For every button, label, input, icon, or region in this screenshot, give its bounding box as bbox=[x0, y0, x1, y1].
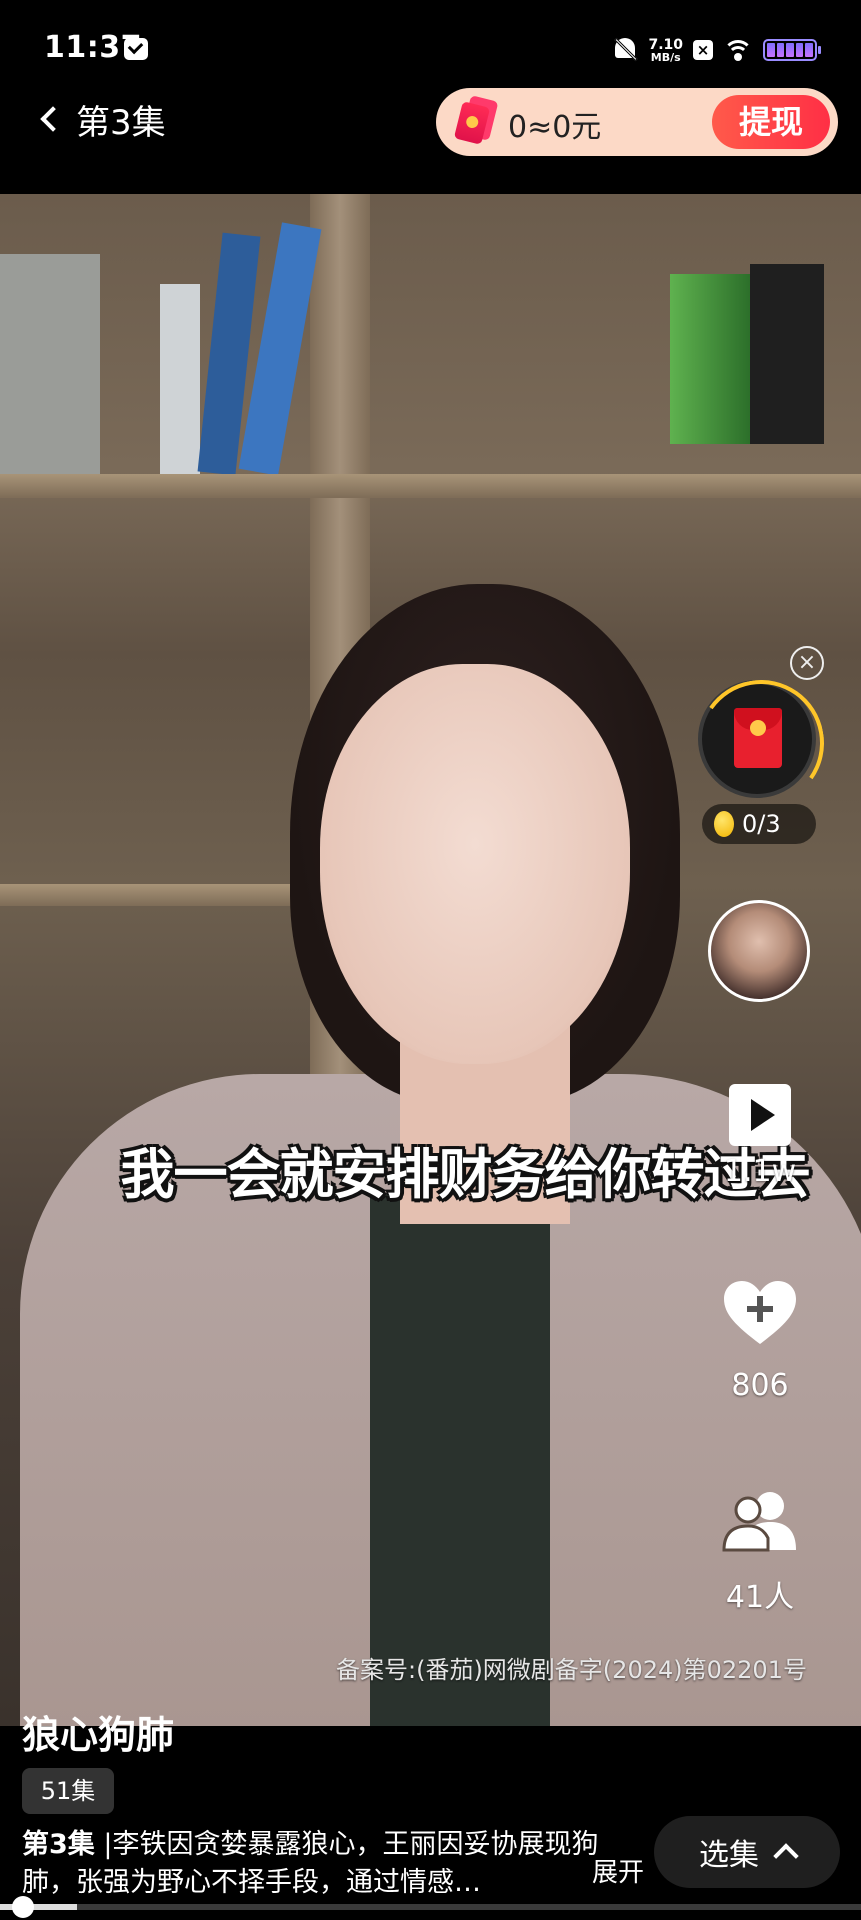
message-notification-icon bbox=[124, 38, 148, 60]
book bbox=[750, 264, 824, 444]
network-speed-value: 7.10 bbox=[648, 36, 683, 53]
like-count: 806 bbox=[731, 1368, 789, 1403]
battery-icon bbox=[763, 39, 821, 61]
chevron-up-icon bbox=[773, 1843, 799, 1869]
bookshelf-board bbox=[0, 884, 330, 906]
people-icon bbox=[720, 1488, 800, 1552]
playback-scrubber-handle[interactable] bbox=[12, 1896, 34, 1918]
reward-balance-pill[interactable]: 0≈0元 提现 bbox=[436, 88, 838, 156]
book bbox=[670, 274, 750, 444]
x-box-icon: × bbox=[693, 40, 713, 60]
status-icons: 7.10 MB/s × bbox=[612, 30, 821, 70]
actor-face bbox=[320, 664, 630, 1064]
coin-progress-text: 0/3 bbox=[742, 810, 781, 838]
avatar[interactable] bbox=[708, 900, 810, 1002]
play-count: 1.1w bbox=[723, 1154, 797, 1189]
withdraw-button[interactable]: 提现 bbox=[712, 95, 830, 149]
like-button[interactable]: 806 bbox=[700, 1280, 820, 1403]
description-text: |李铁因贪婪暴露狼心，王丽因妥协展现狗肺，张强为野心不择手段，通过情感… bbox=[22, 1829, 599, 1898]
play-icon bbox=[729, 1084, 791, 1146]
red-envelope-icon bbox=[453, 95, 499, 145]
playback-progress-bar[interactable] bbox=[0, 1904, 861, 1910]
watchers-button[interactable]: 41人 bbox=[700, 1488, 820, 1616]
heart-plus-icon bbox=[722, 1280, 798, 1346]
actor-top bbox=[370, 1194, 550, 1726]
wifi-icon bbox=[723, 38, 753, 62]
expand-button[interactable]: 展开 bbox=[592, 1852, 644, 1889]
play-count-button[interactable]: 1.1w bbox=[700, 1084, 820, 1189]
book bbox=[160, 284, 200, 474]
network-speed-unit: MB/s bbox=[650, 50, 681, 64]
description-episode: 第3集 bbox=[22, 1829, 95, 1860]
network-speed: 7.10 MB/s bbox=[648, 38, 683, 63]
status-bar: 11:37 7.10 MB/s × bbox=[0, 0, 861, 96]
book bbox=[0, 254, 100, 474]
reward-task-widget[interactable] bbox=[698, 680, 816, 798]
bookshelf-board bbox=[0, 474, 861, 498]
chevron-left-icon bbox=[40, 106, 66, 132]
coin-progress: 0/3 bbox=[702, 804, 816, 844]
red-envelope-icon bbox=[734, 708, 782, 768]
coin-icon bbox=[714, 811, 734, 837]
episode-title: 第3集 bbox=[76, 102, 166, 143]
select-episode-label: 选集 bbox=[699, 1838, 759, 1873]
back-button[interactable]: 第3集 bbox=[36, 96, 166, 143]
episode-description: 第3集 |李铁因贪婪暴露狼心，王丽因妥协展现狗肺，张强为野心不择手段，通过情感… bbox=[22, 1826, 602, 1902]
episode-count-badge[interactable]: 51集 bbox=[22, 1768, 114, 1814]
drama-title[interactable]: 狼心狗肺 bbox=[22, 1704, 174, 1759]
watcher-count: 41人 bbox=[725, 1580, 795, 1615]
mute-bell-icon bbox=[612, 36, 639, 64]
close-task-button[interactable]: × bbox=[790, 646, 824, 680]
balance-text: 0≈0元 bbox=[508, 110, 602, 145]
license-number: 备案号:(番茄)网微剧备字(2024)第02201号 bbox=[336, 1656, 807, 1684]
select-episode-button[interactable]: 选集 bbox=[654, 1816, 840, 1888]
